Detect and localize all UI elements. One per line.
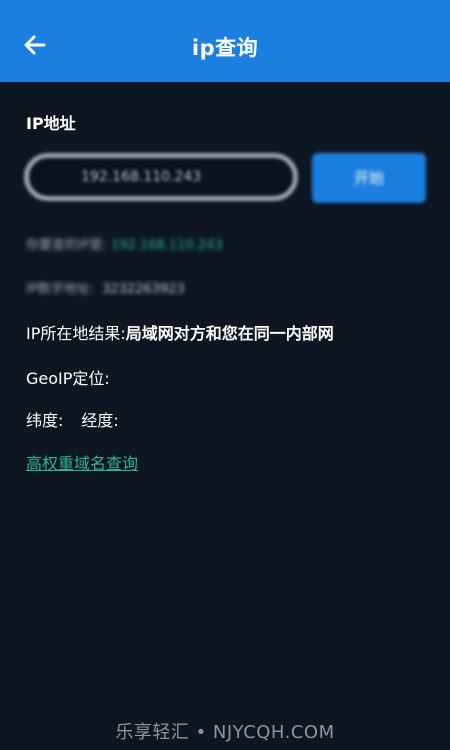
page-title: ip查询 xyxy=(191,36,259,60)
location-result-row: IP所在地结果:局域网对方和您在同一内部网 xyxy=(26,320,334,344)
ip-query-screen: ip查询 IP地址 开始 你要查的IP是:192.168.110.243 IP数… xyxy=(0,0,450,750)
queried-ip-row: 你要查的IP是: 192.168.110.243 xyxy=(26,234,223,253)
queried-ip-value[interactable]: 192.168.110.243 xyxy=(111,238,223,253)
ip-number-value: 3232263923 xyxy=(102,282,185,297)
location-result-label: IP所在地结果: xyxy=(26,324,126,343)
watermark: 乐享轻汇 • NJYCQH.COM xyxy=(115,722,335,743)
geoip-label: GeoIP定位: xyxy=(26,369,110,388)
query-button[interactable]: 开始 xyxy=(312,153,426,203)
location-result-value: 局域网对方和您在同一内部网 xyxy=(125,324,334,343)
latitude-label: 纬度: xyxy=(26,411,64,430)
ip-number-row: IP数字地址: 3232263923 xyxy=(26,278,185,297)
queried-ip-label: 你要查的IP是: xyxy=(26,238,108,253)
longitude-label: 经度: xyxy=(81,411,119,430)
ip-input[interactable] xyxy=(79,168,283,186)
coordinates-row: 纬度: 经度: xyxy=(26,407,119,431)
ip-number-label: IP数字地址: xyxy=(26,282,95,297)
ip-input-container xyxy=(24,153,298,201)
ip-address-label: IP地址 xyxy=(26,114,76,133)
domain-query-link[interactable]: 高权重域名查询 xyxy=(26,450,138,474)
app-bar: ip查询 xyxy=(0,6,450,82)
